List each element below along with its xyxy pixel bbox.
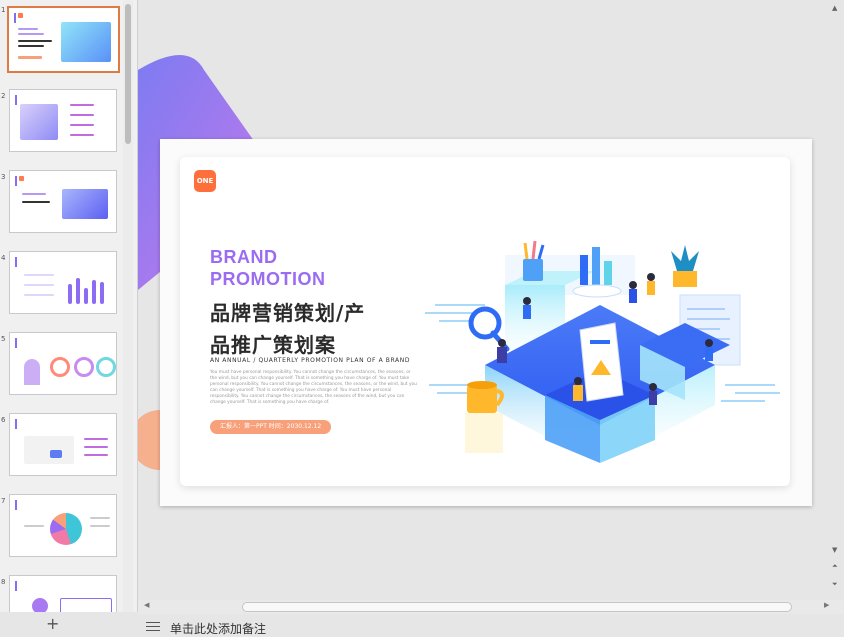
plus-icon[interactable]: + — [46, 616, 59, 632]
slide-thumbnail-8[interactable] — [9, 575, 117, 612]
notes-lines-icon — [146, 622, 160, 632]
triangle-down-icon[interactable]: ▼ — [832, 546, 837, 554]
thumbnail-number: 3 — [1, 173, 6, 181]
triangle-up-icon[interactable]: ▲ — [832, 4, 837, 12]
reporter-date-pill[interactable]: 汇报人：第一PPT 时间：2030.12.12 — [210, 420, 332, 434]
thumbnail-number: 5 — [1, 335, 6, 343]
scroll-right-icon[interactable]: ▶ — [824, 601, 829, 609]
slide-thumbnail-2[interactable] — [9, 89, 117, 152]
notes-placeholder[interactable]: 单击此处添加备注 — [170, 620, 266, 637]
scrollbar-thumb[interactable] — [125, 4, 131, 144]
scroll-left-icon[interactable]: ◀ — [144, 601, 149, 609]
slide-subtitle[interactable]: AN ANNUAL / QUARTERLY PROMOTION PLAN OF … — [210, 357, 410, 364]
thumbnail-number: 1 — [1, 6, 6, 14]
slide-thumbnail-6[interactable] — [9, 413, 117, 476]
brand-heading-line1[interactable]: BRAND — [210, 247, 278, 268]
slide-thumbnail-panel[interactable]: 1 2 3 4 5 6 7 8 — [0, 0, 138, 612]
slide-thumbnail-4[interactable] — [9, 251, 117, 314]
slide-thumbnail-5[interactable] — [9, 332, 117, 395]
slide-editing-area[interactable]: ONE BRAND PROMOTION 品牌营销策划/产 品推广策划案 AN A… — [138, 0, 844, 600]
thumbnail-scrollbar[interactable] — [123, 0, 133, 612]
slide-canvas[interactable]: ONE BRAND PROMOTION 品牌营销策划/产 品推广策划案 AN A… — [180, 157, 790, 486]
thumbnail-number: 6 — [1, 416, 6, 424]
slide-description[interactable]: You must have personal responsibility. Y… — [210, 370, 418, 406]
thumbnail-number: 7 — [1, 497, 6, 505]
double-triangle-down-icon[interactable]: ⏷ — [832, 580, 838, 589]
slide-thumbnail-7[interactable] — [9, 494, 117, 557]
slide-title-line2[interactable]: 品推广策划案 — [210, 329, 336, 358]
slide-title-line1[interactable]: 品牌营销策划/产 — [210, 297, 365, 326]
thumbnail-number: 2 — [1, 92, 6, 100]
scrollbar-thumb[interactable] — [242, 602, 792, 612]
marketing-illustration[interactable] — [425, 235, 785, 465]
slide-thumbnail-3[interactable] — [9, 170, 117, 233]
thumbnail-number: 8 — [1, 578, 6, 586]
main-vertical-scrollbar[interactable]: ▲ ▼ ⏶ ⏷ — [830, 0, 844, 600]
main-horizontal-scrollbar[interactable]: ◀ ▶ — [138, 600, 844, 614]
thumbnail-number: 4 — [1, 254, 6, 262]
slide-thumbnail-1[interactable] — [7, 6, 120, 73]
one-logo-badge: ONE — [194, 170, 216, 192]
brand-heading-line2[interactable]: PROMOTION — [210, 269, 326, 290]
double-triangle-up-icon[interactable]: ⏶ — [832, 562, 838, 571]
